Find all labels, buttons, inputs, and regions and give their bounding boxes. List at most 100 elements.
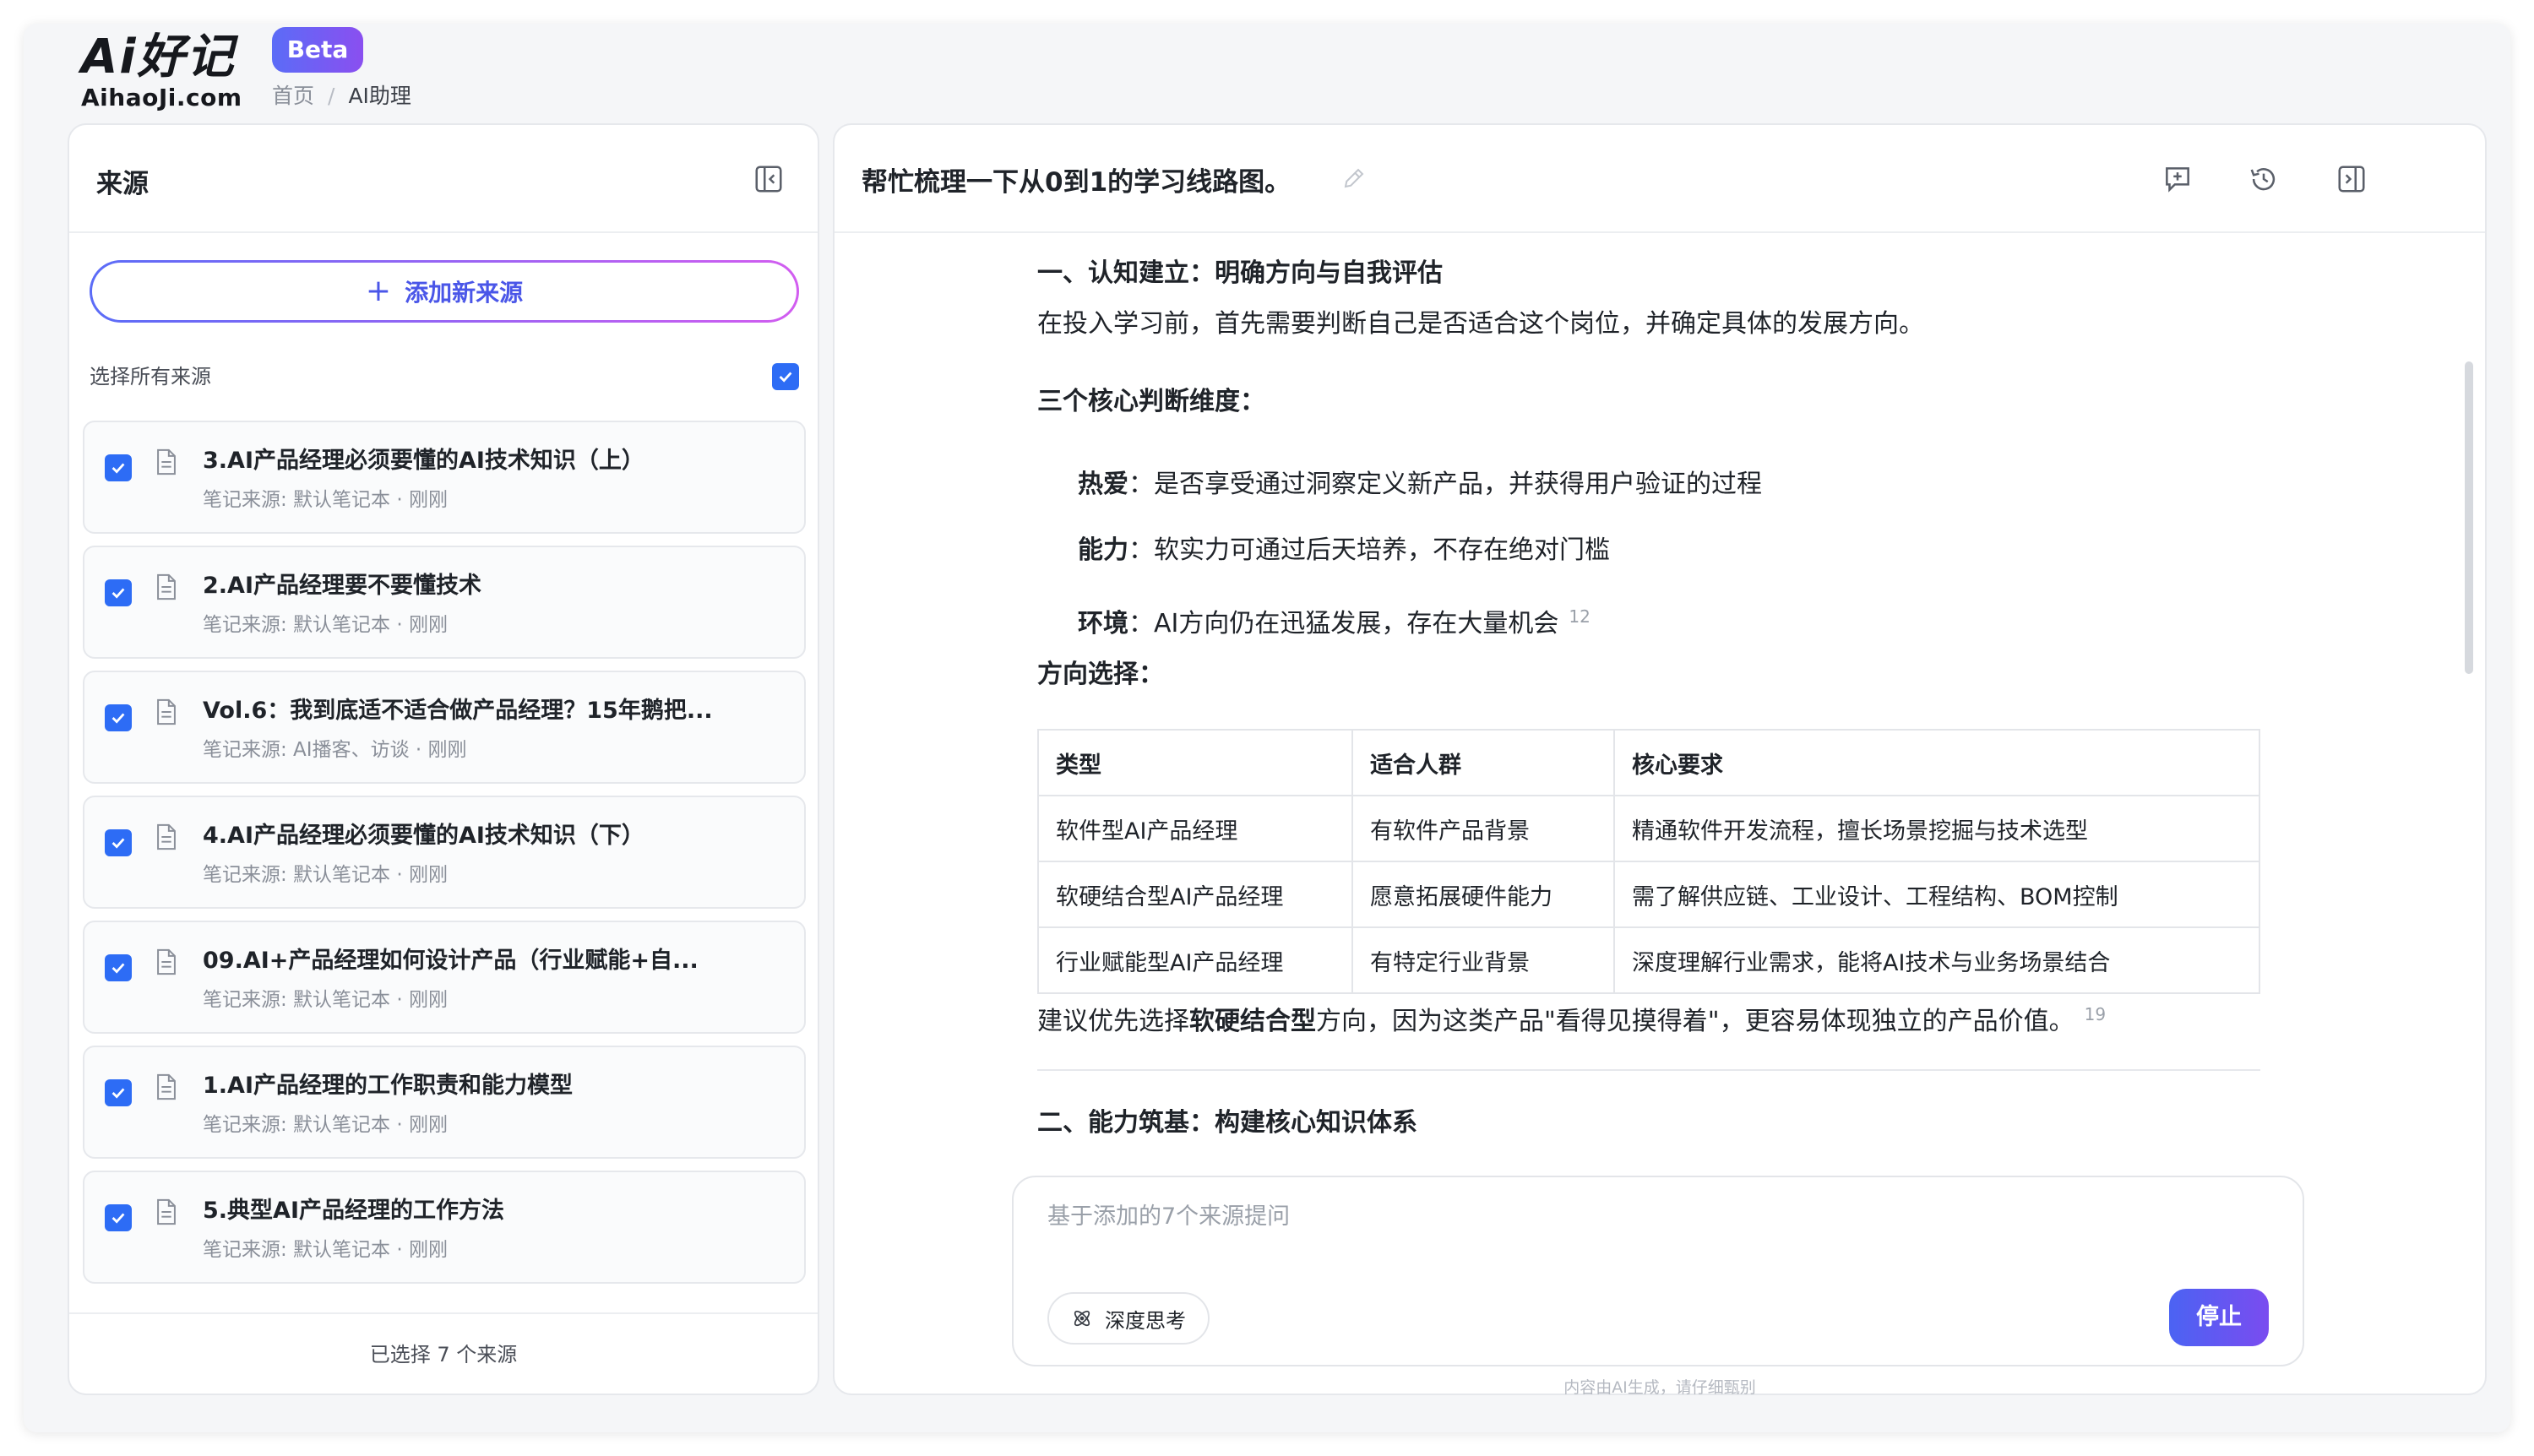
table-cell: 需了解供应链、工业设计、工程结构、BOM控制 bbox=[1613, 861, 2260, 928]
app-window: Ai好记 AihaoJi.com Beta 首页 / AI助理 来源 + 添加新来源… bbox=[24, 24, 2510, 1432]
source-meta: 笔记来源: AI播客、访谈 · 刚刚 bbox=[203, 739, 467, 761]
deep-think-button[interactable]: 深度思考 bbox=[1047, 1292, 1210, 1345]
checkmark-icon bbox=[111, 963, 125, 974]
advice-bold: 软硬结合型 bbox=[1189, 1007, 1316, 1036]
dimension-label: 环境 bbox=[1078, 609, 1128, 638]
chat-header: 帮忙梳理一下从0到1的学习线路图。 bbox=[835, 125, 2485, 233]
new-note-icon bbox=[2166, 167, 2189, 193]
document-icon bbox=[157, 823, 176, 850]
citation-badge[interactable]: 12 bbox=[1569, 606, 1590, 627]
document-icon bbox=[157, 948, 176, 975]
dimension-text: ：是否享受通过洞察定义新产品，并获得用户验证的过程 bbox=[1128, 470, 1762, 499]
history-button[interactable] bbox=[2243, 159, 2284, 199]
source-meta: 笔记来源: 默认笔记本 · 刚刚 bbox=[203, 614, 448, 636]
document-icon bbox=[157, 573, 176, 600]
table-cell: 有软件产品背景 bbox=[1351, 795, 1615, 862]
collapse-right-panel-button[interactable] bbox=[2331, 159, 2372, 199]
selected-count: 已选择 7 个来源 bbox=[69, 1312, 818, 1394]
source-meta: 笔记来源: 默认笔记本 · 刚刚 bbox=[203, 864, 448, 886]
source-checkbox[interactable] bbox=[105, 829, 132, 856]
table-cell: 行业赋能型AI产品经理 bbox=[1037, 926, 1353, 994]
source-checkbox[interactable] bbox=[105, 704, 132, 731]
source-checkbox[interactable] bbox=[105, 1204, 132, 1231]
atom-icon bbox=[1074, 1310, 1090, 1327]
deep-think-label: 深度思考 bbox=[1105, 1308, 1186, 1333]
source-checkbox[interactable] bbox=[105, 1079, 132, 1106]
source-title: 09.AI+产品经理如何设计产品（行业赋能+自... bbox=[203, 948, 699, 974]
checkmark-icon bbox=[111, 588, 125, 599]
checkmark-icon bbox=[111, 463, 125, 474]
source-card[interactable]: 3.AI产品经理必须要懂的AI技术知识（上） 笔记来源: 默认笔记本 · 刚刚 bbox=[83, 421, 806, 534]
table-cell: 软件型AI产品经理 bbox=[1037, 795, 1353, 862]
add-source-button[interactable]: + 添加新来源 bbox=[90, 260, 799, 323]
advice-prefix: 建议优先选择 bbox=[1037, 1007, 1189, 1036]
source-title: 2.AI产品经理要不要懂技术 bbox=[203, 573, 481, 599]
advice-paragraph: 建议优先选择软硬结合型方向，因为这类产品"看得见摸得着"，更容易体现独立的产品价… bbox=[1037, 994, 2262, 1042]
question-input-box[interactable]: 基于添加的7个来源提问 深度思考 停止 bbox=[1012, 1176, 2304, 1366]
document-icon bbox=[157, 1073, 176, 1100]
answer-scrollbar[interactable] bbox=[2465, 361, 2473, 674]
source-checkbox[interactable] bbox=[105, 579, 132, 606]
table-cell: 有特定行业背景 bbox=[1351, 926, 1615, 994]
breadcrumb-home-link[interactable]: 首页 bbox=[272, 84, 314, 108]
add-source-label: 添加新来源 bbox=[405, 279, 524, 307]
brand-logo[interactable]: Ai好记 AihaoJi.com bbox=[81, 30, 250, 115]
source-title: 4.AI产品经理必须要懂的AI技术知识（下） bbox=[203, 823, 644, 849]
advice-suffix: 方向，因为这类产品"看得见摸得着"，更容易体现独立的产品价值。 bbox=[1316, 1007, 2075, 1036]
sources-panel-header: 来源 bbox=[69, 125, 818, 233]
sidebar-collapse-icon bbox=[755, 166, 782, 193]
stop-button[interactable]: 停止 bbox=[2169, 1289, 2269, 1346]
ai-disclaimer: 内容由AI生成，请仔细甄别 bbox=[1563, 1378, 1756, 1397]
table-cell: 软硬结合型AI产品经理 bbox=[1037, 861, 1353, 928]
collapse-sidebar-button[interactable] bbox=[748, 159, 789, 199]
dimension-item: 热爱：是否享受通过洞察定义新产品，并获得用户验证的过程 bbox=[1037, 465, 2262, 505]
dimension-item: 能力：软实力可通过后天培养，不存在绝对门槛 bbox=[1037, 530, 2262, 571]
source-card[interactable]: 2.AI产品经理要不要懂技术笔记来源: 默认笔记本 · 刚刚 bbox=[83, 546, 806, 659]
select-all-checkbox[interactable] bbox=[772, 363, 799, 390]
source-card[interactable]: 4.AI产品经理必须要懂的AI技术知识（下） 笔记来源: 默认笔记本 · 刚刚 bbox=[83, 796, 806, 909]
direction-heading: 方向选择： bbox=[1037, 660, 1164, 689]
source-title: Vol.6：我到底适不适合做产品经理？15年鹅把... bbox=[203, 698, 713, 724]
dimension-text: ：软实力可通过后天培养，不存在绝对门槛 bbox=[1128, 535, 1610, 565]
source-card[interactable]: 09.AI+产品经理如何设计产品（行业赋能+自... 笔记来源: 默认笔记本 · … bbox=[83, 921, 806, 1034]
plus-icon: + bbox=[365, 274, 392, 308]
table-row: 软件型AI产品经理 有软件产品背景 精通软件开发流程，擅长场景挖掘与技术选型 bbox=[1037, 795, 2260, 862]
logo-sub-text: AihaoJi.com bbox=[81, 84, 242, 111]
section1-intro: 在投入学习前，首先需要判断自己是否适合这个岗位，并确定具体的发展方向。 bbox=[1037, 309, 1924, 339]
question-input[interactable]: 基于添加的7个来源提问 bbox=[1047, 1198, 1290, 1231]
checkmark-icon bbox=[779, 372, 792, 383]
sources-panel: 来源 + 添加新来源 选择所有来源 3.AI产品经理必须要懂的AI技术知识（上）… bbox=[68, 123, 819, 1395]
source-checkbox[interactable] bbox=[105, 454, 132, 481]
breadcrumb-separator: / bbox=[328, 84, 335, 108]
new-note-button[interactable] bbox=[2157, 159, 2198, 199]
answer-scroll-area[interactable]: 一、认知建立：明确方向与自我评估 在投入学习前，首先需要判断自己是否适合这个岗位… bbox=[835, 235, 2439, 1274]
citation-badge[interactable]: 19 bbox=[2085, 1004, 2106, 1024]
source-title: 3.AI产品经理必须要懂的AI技术知识（上） bbox=[203, 448, 644, 474]
source-meta: 笔记来源: 默认笔记本 · 刚刚 bbox=[203, 1239, 448, 1261]
source-checkbox[interactable] bbox=[105, 954, 132, 981]
breadcrumb: 首页 / AI助理 bbox=[272, 81, 411, 111]
source-meta: 笔记来源: 默认笔记本 · 刚刚 bbox=[203, 1114, 448, 1136]
dimension-label: 能力 bbox=[1078, 535, 1128, 565]
section-divider bbox=[1037, 1069, 2260, 1071]
table-row: 行业赋能型AI产品经理 有特定行业背景 深度理解行业需求，能将AI技术与业务场景… bbox=[1037, 926, 2260, 994]
direction-table: 类型 适合人群 核心要求 软件型AI产品经理 有软件产品背景 精通软件开发流程，… bbox=[1037, 729, 2260, 994]
collapse-panel-icon bbox=[2338, 166, 2365, 193]
table-row: 软硬结合型AI产品经理 愿意拓展硬件能力 需了解供应链、工业设计、工程结构、BO… bbox=[1037, 861, 2260, 928]
table-header-cell: 适合人群 bbox=[1351, 729, 1615, 796]
source-card[interactable]: 1.AI产品经理的工作职责和能力模型 笔记来源: 默认笔记本 · 刚刚 bbox=[83, 1046, 806, 1159]
checkmark-icon bbox=[111, 1213, 125, 1224]
edit-title-icon[interactable] bbox=[1341, 166, 1367, 191]
source-card[interactable]: Vol.6：我到底适不适合做产品经理？15年鹅把... 笔记来源: AI播客、访谈… bbox=[83, 671, 806, 784]
sources-panel-title: 来源 bbox=[96, 169, 149, 199]
source-meta: 笔记来源: 默认笔记本 · 刚刚 bbox=[203, 989, 448, 1011]
beta-badge: Beta bbox=[272, 27, 363, 73]
table-cell: 精通软件开发流程，擅长场景挖掘与技术选型 bbox=[1613, 795, 2260, 862]
chat-panel: 帮忙梳理一下从0到1的学习线路图。 一、认知建立：明确方向与自我评估 在投入学习… bbox=[833, 123, 2487, 1397]
section1-heading: 一、认知建立：明确方向与自我评估 bbox=[1037, 258, 1443, 288]
document-icon bbox=[157, 448, 176, 475]
section2-heading: 二、能力筑基：构建核心知识体系 bbox=[1037, 1108, 1417, 1138]
document-icon bbox=[157, 698, 176, 725]
source-title: 5.典型AI产品经理的工作方法 bbox=[203, 1198, 504, 1224]
source-card[interactable]: 5.典型AI产品经理的工作方法笔记来源: 默认笔记本 · 刚刚 bbox=[83, 1171, 806, 1284]
